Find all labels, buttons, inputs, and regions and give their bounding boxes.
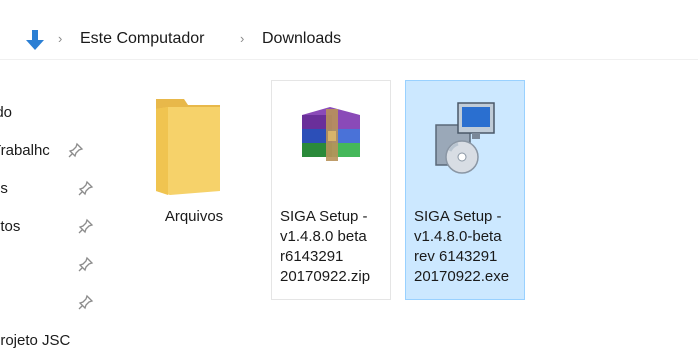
nav-item-downloads[interactable]: ds — [0, 176, 110, 200]
pin-icon — [78, 256, 94, 272]
nav-item-label: ds — [0, 179, 8, 197]
nav-item-label: ntos — [0, 217, 21, 235]
folder-icon — [154, 93, 226, 202]
file-name: Arquivos — [164, 208, 224, 225]
pin-icon — [68, 142, 84, 158]
breadcrumb-separator: › — [58, 31, 63, 46]
address-bar[interactable]: › Este Computador › Downloads — [0, 20, 698, 60]
winrar-archive-icon — [296, 105, 366, 174]
breadcrumb-separator: › — [240, 31, 245, 46]
pin-icon — [78, 180, 94, 196]
file-tile-zip[interactable]: SIGA Setup - v1.4.8.0 beta r6143291 2017… — [271, 80, 391, 300]
nav-item-pinned[interactable] — [0, 290, 110, 314]
pin-icon — [78, 294, 94, 310]
file-name: SIGA Setup - v1.4.8.0 beta r6143291 2017… — [280, 208, 371, 285]
nav-item-label: projeto JSC — [0, 331, 71, 349]
nav-item-label: ido — [0, 103, 13, 121]
download-arrow-icon[interactable] — [24, 29, 46, 51]
pin-icon — [78, 218, 94, 234]
file-tile-folder[interactable]: Arquivos — [133, 80, 253, 300]
breadcrumb-downloads[interactable]: Downloads — [262, 30, 341, 48]
nav-item-documentos[interactable]: ntos — [0, 214, 110, 238]
setup-installer-icon — [428, 99, 504, 184]
file-tile-exe[interactable]: SIGA Setup - v1.4.8.0-beta rev 6143291 2… — [405, 80, 525, 300]
file-name: SIGA Setup - v1.4.8.0-beta rev 6143291 2… — [414, 208, 510, 285]
nav-item-trabalho[interactable]: Trabalhc — [0, 138, 110, 162]
breadcrumb-este-computador[interactable]: Este Computador — [80, 30, 205, 48]
nav-item-label: Trabalhc — [0, 141, 50, 159]
nav-item-projeto-jsc[interactable]: projeto JSC — [0, 328, 110, 349]
nav-item-quick-access[interactable]: ido — [0, 100, 110, 124]
navigation-pane: ido Trabalhc ds ntos projeto JSC — [0, 90, 120, 349]
nav-item-pinned[interactable] — [0, 252, 110, 276]
